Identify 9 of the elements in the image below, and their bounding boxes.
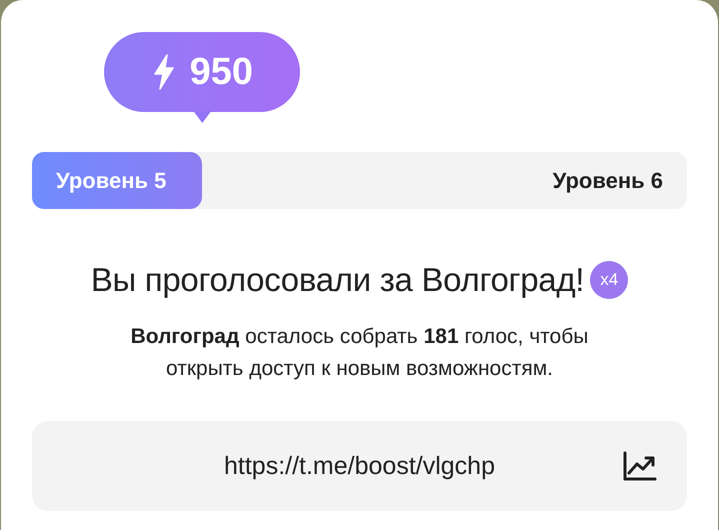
trending-chart-icon[interactable] [623, 451, 657, 481]
vote-title: Вы проголосовали за Волгоград! [90, 261, 584, 299]
boost-count: 950 [190, 50, 253, 94]
link-field[interactable]: https://t.me/boost/vlgchp [32, 421, 687, 511]
lightning-icon [152, 54, 176, 90]
description-text: Волгоград осталось собрать 181 голос, чтобы открыть доступ к новым возможностям. [130, 324, 590, 382]
next-level-label: Уровень 6 [552, 168, 664, 194]
multiplier-badge: x4 [590, 261, 628, 299]
current-level-label: Уровень 5 [56, 168, 166, 194]
